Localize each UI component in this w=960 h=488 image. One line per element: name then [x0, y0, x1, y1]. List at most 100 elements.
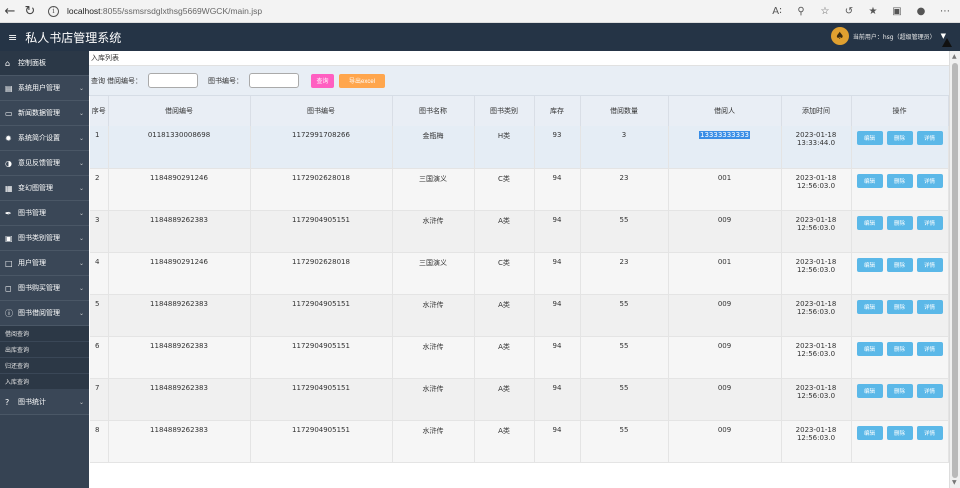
row-index: 4 [90, 252, 109, 295]
scroll-down-icon[interactable]: ▼ [952, 479, 957, 486]
book-category-cell-text: C类 [498, 258, 510, 267]
delete-button[interactable]: 删除 [886, 215, 913, 230]
detail-button[interactable]: 详情 [916, 425, 943, 440]
book-name-cell-text: 水浒传 [422, 300, 444, 309]
book-name-cell: 水浒传 [392, 210, 475, 253]
detail-button[interactable]: 详情 [916, 131, 943, 145]
edit-button[interactable]: 编辑 [856, 341, 883, 356]
sidebar-item-news[interactable]: ▭ 新闻数据管理 ⌄ [0, 101, 89, 126]
export-excel-button[interactable]: 导出excel [339, 73, 385, 88]
detail-button[interactable]: 详情 [916, 383, 943, 398]
book-no-cell: 1172904905151 [250, 420, 393, 463]
row-index: 3 [90, 210, 109, 253]
edit-button[interactable]: 编辑 [856, 299, 883, 314]
favorites-icon[interactable]: ★ [864, 2, 882, 20]
read-aloud-icon[interactable]: A∶ [768, 2, 786, 20]
sidebar-item-carousel[interactable]: ▦ 变幻图管理 ⌄ [0, 176, 89, 201]
book-no-cell: 1172904905151 [250, 336, 393, 379]
added-time-cell: 2023-01-18 12:56:03.0 [781, 168, 852, 211]
scroll-thumb[interactable] [952, 63, 958, 478]
table-row[interactable]: 4 1184890291246 1172902628018 三国演义 C类 94 23 001… [90, 252, 949, 295]
sidebar-item-dashboard[interactable]: ⌂ 控制面板 [0, 51, 89, 76]
info-icon[interactable]: i [48, 5, 59, 17]
actions-cell: 编辑 删除 详情 [851, 336, 949, 379]
book-category-cell-text: H类 [497, 132, 511, 140]
detail-button[interactable]: 详情 [916, 215, 943, 230]
borrow-no-cell-text: 1184889262383 [150, 341, 208, 350]
back-icon[interactable]: ← [0, 1, 20, 21]
borrow-no-input[interactable] [148, 73, 198, 88]
book-category-cell-text: A类 [498, 300, 510, 309]
col-header: 借阅人 [668, 96, 782, 126]
table-row[interactable]: 7 1184889262383 1172904905151 水浒传 A类 94 55 009 2… [90, 378, 949, 421]
profile-icon[interactable]: ● [912, 2, 930, 20]
borrow-qty-cell-text: 3 [621, 131, 627, 139]
sidebar-item-sys-users[interactable]: ▤ 系统用户管理 ⌄ [0, 76, 89, 101]
book-category-cell-text: A类 [498, 216, 510, 225]
reload-icon[interactable]: ↻ [20, 1, 40, 21]
sidebar-item-purchase[interactable]: ◻ 图书购买管理 ⌄ [0, 276, 89, 301]
user-menu[interactable]: ♠ 当前用户：hsg（超级管理员） ▼ [830, 27, 946, 45]
edit-button[interactable]: 编辑 [856, 383, 883, 398]
sidebar-item-statistics[interactable]: ? 图书统计 ⌄ [0, 390, 89, 415]
stock-cell: 94 [534, 168, 581, 211]
edit-button[interactable]: 编辑 [856, 257, 883, 272]
favorite-star-icon[interactable]: ☆ [816, 2, 834, 20]
borrow-no-cell: 1184890291246 [108, 168, 251, 211]
edit-button[interactable]: 编辑 [856, 131, 883, 145]
table-row[interactable]: 3 1184889262383 1172904905151 水浒传 A类 94 55 009 2… [90, 210, 949, 253]
detail-button[interactable]: 详情 [916, 173, 943, 188]
edit-button[interactable]: 编辑 [856, 425, 883, 440]
stock-cell: 94 [534, 336, 581, 379]
sidebar-subitem-return-query[interactable]: 归还查询 [0, 358, 89, 374]
scroll-up-icon[interactable]: ▲ [952, 53, 957, 60]
detail-button[interactable]: 详情 [916, 341, 943, 356]
sidebar-item-books[interactable]: ✒ 图书管理 ⌄ [0, 201, 89, 226]
sidebar-subitem-borrow-query[interactable]: 借阅查询 [0, 326, 89, 342]
address-bar[interactable]: i localhost:8055/ssmsrsdglxthsg5669WGCK/… [48, 2, 262, 20]
table-row[interactable]: 1 01181330008698 1172991708266 金瓶梅 H类 93 3 1333… [90, 126, 949, 169]
table-row[interactable]: 6 1184889262383 1172904905151 水浒传 A类 94 55 009 2… [90, 336, 949, 379]
borrow-no-cell: 1184889262383 [108, 210, 251, 253]
table-row[interactable]: 2 1184890291246 1172902628018 三国演义 C类 94 23 001… [90, 168, 949, 211]
more-icon[interactable]: ⋯ [936, 2, 954, 20]
delete-button[interactable]: 删除 [886, 173, 913, 188]
delete-button[interactable]: 删除 [886, 257, 913, 272]
sidebar-item-book-category[interactable]: ▣ 图书类别管理 ⌄ [0, 226, 89, 251]
stock-cell: 94 [534, 294, 581, 337]
delete-button[interactable]: 删除 [886, 425, 913, 440]
delete-button[interactable]: 删除 [886, 131, 913, 145]
col-header: 图书类别 [474, 96, 535, 126]
row-index-text: 7 [95, 383, 100, 392]
sidebar-item-feedback[interactable]: ◑ 意见反馈管理 ⌄ [0, 151, 89, 176]
book-name-cell-text: 金瓶梅 [422, 132, 444, 140]
book-no-input[interactable] [249, 73, 299, 88]
borrow-qty-cell: 23 [580, 252, 669, 295]
added-time-cell: 2023-01-18 12:56:03.0 [781, 294, 852, 337]
scrollbar[interactable]: ▲ ▼ [949, 51, 960, 488]
delete-button[interactable]: 删除 [886, 299, 913, 314]
table-row[interactable]: 8 1184889262383 1172904905151 水浒传 A类 94 55 009 2… [90, 420, 949, 463]
edit-button[interactable]: 编辑 [856, 173, 883, 188]
table-header-row: 序号 借阅编号 图书编号 图书名称 图书类别 库存 借阅数量 借阅人 添加时间 … [90, 96, 949, 126]
info-circle-icon: ⓘ [5, 308, 13, 318]
sidebar-item-borrow[interactable]: ⓘ 图书借阅管理 ⌄ [0, 301, 89, 326]
detail-button[interactable]: 详情 [916, 299, 943, 314]
sidebar-subitem-outbound-query[interactable]: 出库查询 [0, 342, 89, 358]
delete-button[interactable]: 删除 [886, 341, 913, 356]
sidebar-item-users[interactable]: □ 用户管理 ⌄ [0, 251, 89, 276]
collections-icon[interactable]: ▣ [888, 2, 906, 20]
chevron-down-icon: ⌄ [78, 109, 84, 117]
hamburger-icon[interactable]: ≡ [8, 31, 17, 44]
book-no-cell-text: 1172991708266 [292, 131, 350, 139]
zoom-icon[interactable]: ⚲ [792, 2, 810, 20]
edit-button[interactable]: 编辑 [856, 215, 883, 230]
detail-button[interactable]: 详情 [916, 257, 943, 272]
search-button[interactable]: 查询 [311, 73, 334, 88]
delete-button[interactable]: 删除 [886, 383, 913, 398]
sidebar-subitem-inbound-query[interactable]: 入库查询 [0, 374, 89, 390]
row-index: 8 [90, 420, 109, 463]
sidebar-item-system-intro[interactable]: ✹ 系统简介设置 ⌄ [0, 126, 89, 151]
table-row[interactable]: 5 1184889262383 1172904905151 水浒传 A类 94 55 009 2… [90, 294, 949, 337]
refresh-copilot-icon[interactable]: ↺ [840, 2, 858, 20]
